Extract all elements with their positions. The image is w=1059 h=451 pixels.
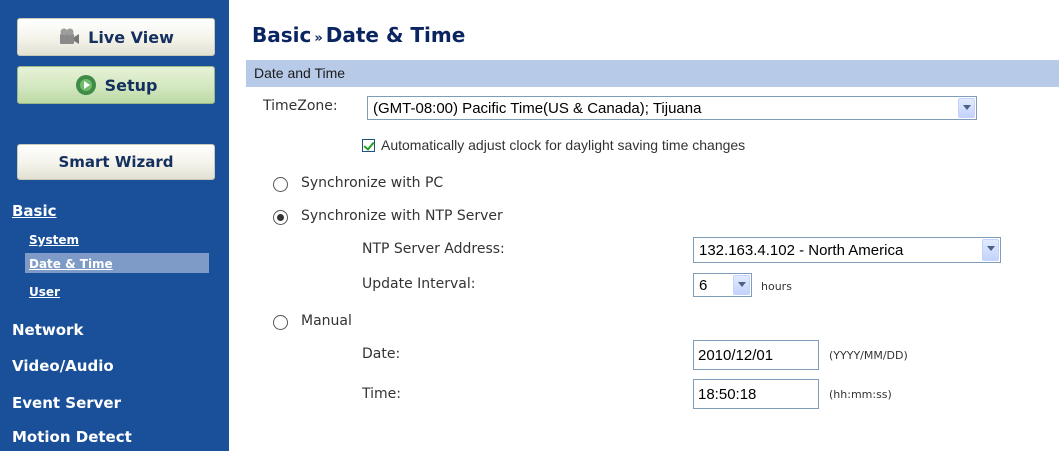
- chevron-down-icon[interactable]: [733, 275, 750, 295]
- nav-basic[interactable]: Basic: [12, 202, 57, 220]
- update-interval-value: 6: [699, 276, 708, 294]
- nav-network[interactable]: Network: [12, 321, 83, 339]
- nav-motion-detect[interactable]: Motion Detect: [12, 428, 132, 446]
- update-interval-unit: hours: [761, 280, 792, 293]
- dst-checkbox[interactable]: [362, 139, 375, 152]
- manual-label: Manual: [301, 313, 352, 329]
- setup-label: Setup: [104, 75, 158, 95]
- nav-date-time[interactable]: Date & Time: [29, 257, 113, 271]
- smart-wizard-button[interactable]: Smart Wizard: [17, 144, 215, 180]
- sync-ntp-radio[interactable]: [273, 210, 288, 225]
- dst-label: Automatically adjust clock for daylight …: [381, 137, 746, 153]
- setup-button[interactable]: Setup: [17, 66, 215, 104]
- time-input[interactable]: 18:50:18: [693, 379, 819, 409]
- time-format-hint: (hh:mm:ss): [829, 388, 892, 401]
- nav-video-audio[interactable]: Video/Audio: [12, 357, 114, 375]
- section-label: Date and Time: [254, 65, 346, 81]
- smart-wizard-label: Smart Wizard: [58, 153, 174, 171]
- date-format-hint: (YYYY/MM/DD): [829, 349, 908, 362]
- nav-event-server[interactable]: Event Server: [12, 394, 121, 412]
- section-bar: [246, 60, 1059, 87]
- sync-pc-radio[interactable]: [273, 177, 288, 192]
- camera-icon: [58, 26, 80, 48]
- sync-ntp-label: Synchronize with NTP Server: [301, 208, 503, 224]
- timezone-label: TimeZone:: [263, 98, 338, 114]
- timezone-select[interactable]: (GMT-08:00) Pacific Time(US & Canada); T…: [367, 96, 977, 120]
- update-interval-label: Update Interval:: [362, 276, 476, 292]
- ntp-address-select[interactable]: 132.163.4.102 - North America: [693, 237, 1001, 263]
- ntp-address-value: 132.163.4.102 - North America: [699, 241, 904, 259]
- title-page: Date & Time: [325, 23, 466, 47]
- sync-pc-label: Synchronize with PC: [301, 175, 444, 191]
- date-label: Date:: [362, 346, 401, 362]
- live-view-button[interactable]: Live View: [17, 18, 215, 56]
- title-separator: »: [314, 31, 323, 46]
- manual-radio[interactable]: [273, 315, 288, 330]
- title-section: Basic: [252, 23, 312, 47]
- time-label: Time:: [362, 386, 401, 402]
- nav-system[interactable]: System: [29, 233, 79, 247]
- chevron-down-icon[interactable]: [982, 239, 999, 261]
- date-input[interactable]: 2010/12/01: [693, 340, 819, 370]
- live-view-label: Live View: [88, 27, 174, 47]
- nav-user[interactable]: User: [29, 285, 60, 299]
- page-title: Basic» Date & Time: [252, 23, 465, 47]
- ntp-address-label: NTP Server Address:: [362, 241, 505, 257]
- sidebar: Live View Setup Smart Wizard Basic Syste…: [0, 0, 229, 451]
- setup-icon: [75, 74, 97, 96]
- timezone-value: (GMT-08:00) Pacific Time(US & Canada); T…: [373, 99, 702, 117]
- update-interval-select[interactable]: 6: [693, 273, 752, 297]
- chevron-down-icon[interactable]: [958, 98, 975, 118]
